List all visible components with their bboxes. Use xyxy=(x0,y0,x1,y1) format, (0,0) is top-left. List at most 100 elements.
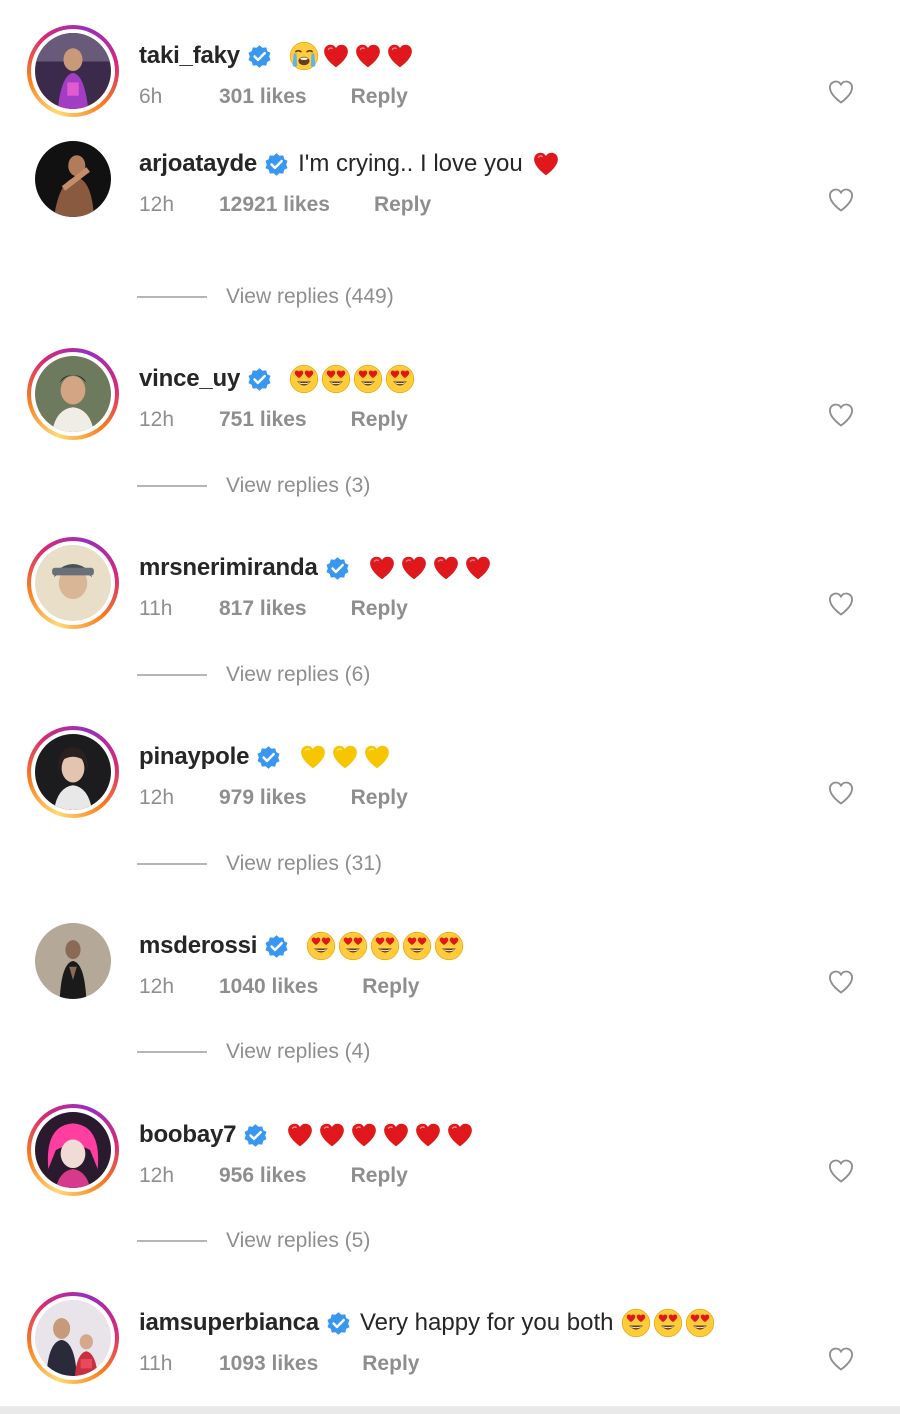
comment-header: mrsnerimiranda xyxy=(139,551,495,585)
reply-button[interactable]: Reply xyxy=(351,786,408,810)
username[interactable]: msderossi xyxy=(139,932,257,960)
reply-button[interactable]: Reply xyxy=(374,193,431,217)
comment-item: taki_faky 6h 301 likes Reply xyxy=(0,25,900,135)
heart-outline-icon[interactable] xyxy=(826,1157,856,1185)
view-replies-button[interactable]: View replies (6) xyxy=(137,660,370,690)
comment-text: I'm crying.. I love you xyxy=(298,150,523,177)
heart-outline-icon[interactable] xyxy=(826,968,856,996)
avatar[interactable] xyxy=(27,348,119,440)
view-replies-button[interactable]: View replies (449) xyxy=(137,282,394,312)
yellow-heart-emoji-icon xyxy=(298,742,328,772)
bottom-divider xyxy=(0,1406,900,1414)
comment-meta: 12h 956 likes Reply xyxy=(139,1161,408,1191)
likes-count[interactable]: 12921 likes xyxy=(219,193,330,217)
comment-emoji xyxy=(289,41,417,71)
heart-outline-icon[interactable] xyxy=(826,186,856,214)
red-heart-emoji-icon xyxy=(413,1120,443,1150)
view-replies-button[interactable]: View replies (4) xyxy=(137,1037,370,1067)
heart-outline-icon[interactable] xyxy=(826,78,856,106)
comment-item: iamsuperbianca Very happy for you both 1… xyxy=(0,1292,900,1402)
comment-item: msderossi 12h 1040 likes Reply xyxy=(0,915,900,1025)
heart-eyes-emoji-icon xyxy=(306,931,336,961)
red-heart-emoji-icon xyxy=(381,1120,411,1150)
username[interactable]: arjoatayde xyxy=(139,150,257,178)
comment-meta: 12h 751 likes Reply xyxy=(139,405,408,435)
reply-button[interactable]: Reply xyxy=(351,85,408,109)
username[interactable]: iamsuperbianca xyxy=(139,1309,319,1337)
comment-meta: 11h 817 likes Reply xyxy=(139,594,408,624)
comment-time: 12h xyxy=(139,408,175,431)
comment-time: 12h xyxy=(139,975,175,998)
reply-button[interactable]: Reply xyxy=(351,1164,408,1188)
comment-time: 12h xyxy=(139,786,175,809)
comment-header: boobay7 xyxy=(139,1118,477,1152)
verified-badge-icon xyxy=(255,744,282,771)
avatar[interactable] xyxy=(27,915,119,1007)
username[interactable]: vince_uy xyxy=(139,365,240,393)
username[interactable]: taki_faky xyxy=(139,42,240,70)
yellow-heart-emoji-icon xyxy=(330,742,360,772)
view-replies-button[interactable]: View replies (3) xyxy=(137,471,370,501)
comment-item: boobay7 12h 956 likes Reply xyxy=(0,1104,900,1214)
view-replies-label[interactable]: View replies (5) xyxy=(226,1229,370,1253)
heart-outline-icon[interactable] xyxy=(826,590,856,618)
view-replies-label[interactable]: View replies (6) xyxy=(226,663,370,687)
likes-count[interactable]: 1040 likes xyxy=(219,975,318,999)
reply-button[interactable]: Reply xyxy=(362,1352,419,1376)
red-heart-emoji-icon xyxy=(385,41,415,71)
red-heart-emoji-icon xyxy=(285,1120,315,1150)
comment-header: iamsuperbianca Very happy for you both xyxy=(139,1306,717,1340)
view-replies-button[interactable]: View replies (31) xyxy=(137,849,382,879)
replies-divider xyxy=(137,485,207,487)
avatar[interactable] xyxy=(27,133,119,225)
replies-divider xyxy=(137,1240,207,1242)
verified-badge-icon xyxy=(242,1122,269,1149)
likes-count[interactable]: 979 likes xyxy=(219,786,307,810)
comment-meta: 12h 12921 likes Reply xyxy=(139,190,431,220)
view-replies-label[interactable]: View replies (4) xyxy=(226,1040,370,1064)
view-replies-label[interactable]: View replies (3) xyxy=(226,474,370,498)
likes-count[interactable]: 751 likes xyxy=(219,408,307,432)
comment-time: 12h xyxy=(139,193,175,216)
username[interactable]: boobay7 xyxy=(139,1121,236,1149)
replies-divider xyxy=(137,863,207,865)
red-heart-emoji-icon xyxy=(367,553,397,583)
avatar[interactable] xyxy=(27,726,119,818)
comment-item: arjoatayde I'm crying.. I love you 12h 1… xyxy=(0,133,900,243)
avatar[interactable] xyxy=(27,25,119,117)
comment-emoji xyxy=(367,553,495,583)
comment-item: vince_uy 12h 751 likes Reply xyxy=(0,348,900,458)
red-heart-emoji-icon xyxy=(349,1120,379,1150)
reply-button[interactable]: Reply xyxy=(362,975,419,999)
avatar[interactable] xyxy=(27,1104,119,1196)
heart-eyes-emoji-icon xyxy=(685,1308,715,1338)
comment-meta: 6h 301 likes Reply xyxy=(139,82,408,112)
likes-count[interactable]: 817 likes xyxy=(219,597,307,621)
verified-badge-icon xyxy=(263,151,290,178)
username[interactable]: pinaypole xyxy=(139,743,249,771)
heart-outline-icon[interactable] xyxy=(826,1345,856,1373)
yellow-heart-emoji-icon xyxy=(362,742,392,772)
comment-time: 12h xyxy=(139,1164,175,1187)
avatar[interactable] xyxy=(27,1292,119,1384)
username[interactable]: mrsnerimiranda xyxy=(139,554,318,582)
comment-meta: 12h 1040 likes Reply xyxy=(139,972,419,1002)
comment-item: pinaypole 12h 979 likes Reply xyxy=(0,726,900,836)
red-heart-emoji-icon xyxy=(445,1120,475,1150)
replies-divider xyxy=(137,296,207,298)
reply-button[interactable]: Reply xyxy=(351,408,408,432)
heart-outline-icon[interactable] xyxy=(826,401,856,429)
comment-header: pinaypole xyxy=(139,740,394,774)
heart-outline-icon[interactable] xyxy=(826,779,856,807)
reply-button[interactable]: Reply xyxy=(351,597,408,621)
likes-count[interactable]: 301 likes xyxy=(219,85,307,109)
view-replies-button[interactable]: View replies (5) xyxy=(137,1226,370,1256)
likes-count[interactable]: 1093 likes xyxy=(219,1352,318,1376)
replies-divider xyxy=(137,1051,207,1053)
view-replies-label[interactable]: View replies (449) xyxy=(226,285,394,309)
replies-divider xyxy=(137,674,207,676)
likes-count[interactable]: 956 likes xyxy=(219,1164,307,1188)
verified-badge-icon xyxy=(246,366,273,393)
avatar[interactable] xyxy=(27,537,119,629)
view-replies-label[interactable]: View replies (31) xyxy=(226,852,382,876)
